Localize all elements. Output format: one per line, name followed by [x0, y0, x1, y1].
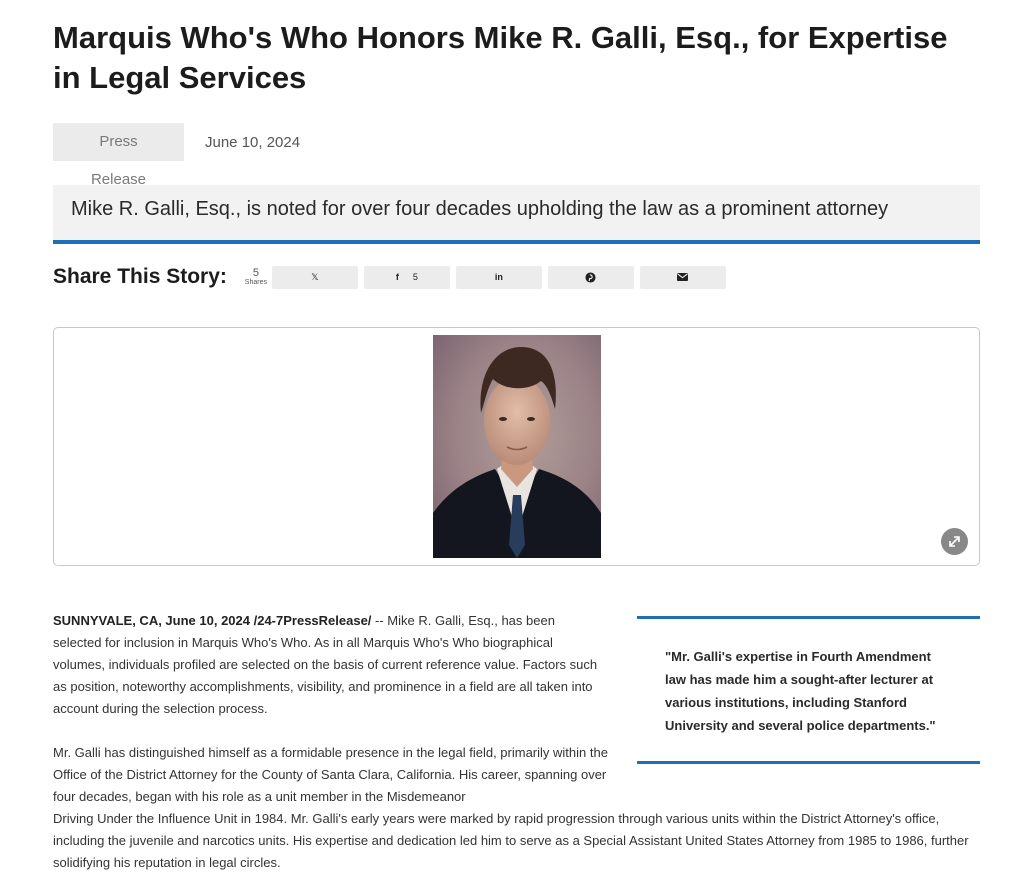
share-pinterest-button[interactable] — [547, 265, 634, 289]
subtitle-banner: Mike R. Galli, Esq., is noted for over f… — [53, 185, 980, 244]
share-heading: Share This Story: — [53, 265, 227, 288]
share-x-button[interactable]: 𝕏 — [271, 265, 358, 289]
article-subtitle: Mike R. Galli, Esq., is noted for over f… — [71, 198, 889, 220]
category-tag[interactable]: Press Release — [53, 123, 184, 188]
expand-image-button[interactable] — [941, 528, 968, 555]
portrait-photo[interactable] — [433, 335, 601, 558]
dateline: SUNNYVALE, CA, June 10, 2024 /24-7PressR… — [53, 613, 372, 628]
body-paragraph-1: SUNNYVALE, CA, June 10, 2024 /24-7PressR… — [53, 610, 598, 720]
facebook-icon: f — [395, 272, 399, 282]
pull-quote: "Mr. Galli's expertise in Fourth Amendme… — [637, 616, 980, 764]
body-paragraph-2-continued: Driving Under the Influence Unit in 1984… — [53, 811, 969, 870]
x-icon: 𝕏 — [311, 271, 319, 282]
email-icon — [677, 273, 689, 281]
facebook-share-count: 5 — [412, 272, 418, 282]
share-linkedin-button[interactable]: in — [455, 265, 542, 289]
publish-date: June 10, 2024 — [205, 133, 301, 151]
article-meta: Press Release June 10, 2024 — [53, 123, 301, 188]
linkedin-icon: in — [494, 272, 503, 282]
share-count-label: Shares — [244, 279, 267, 286]
pinterest-icon — [585, 271, 596, 283]
featured-image-frame — [53, 327, 980, 566]
share-bar: Share This Story: 5 Shares 𝕏 f 5 in — [53, 262, 732, 292]
body-paragraph-2-start: Mr. Galli has distinguished himself as a… — [53, 745, 608, 804]
body-paragraph-1-text: -- Mike R. Galli, Esq., has been selecte… — [53, 613, 598, 716]
expand-icon — [949, 536, 960, 547]
article-title: Marquis Who's Who Honors Mike R. Galli, … — [53, 20, 948, 95]
share-counter: 5 Shares — [244, 267, 268, 287]
share-facebook-button[interactable]: f 5 — [363, 265, 450, 289]
share-count-value: 5 — [252, 267, 259, 279]
share-email-button[interactable] — [639, 265, 726, 289]
pull-quote-text: "Mr. Galli's expertise in Fourth Amendme… — [665, 649, 936, 733]
